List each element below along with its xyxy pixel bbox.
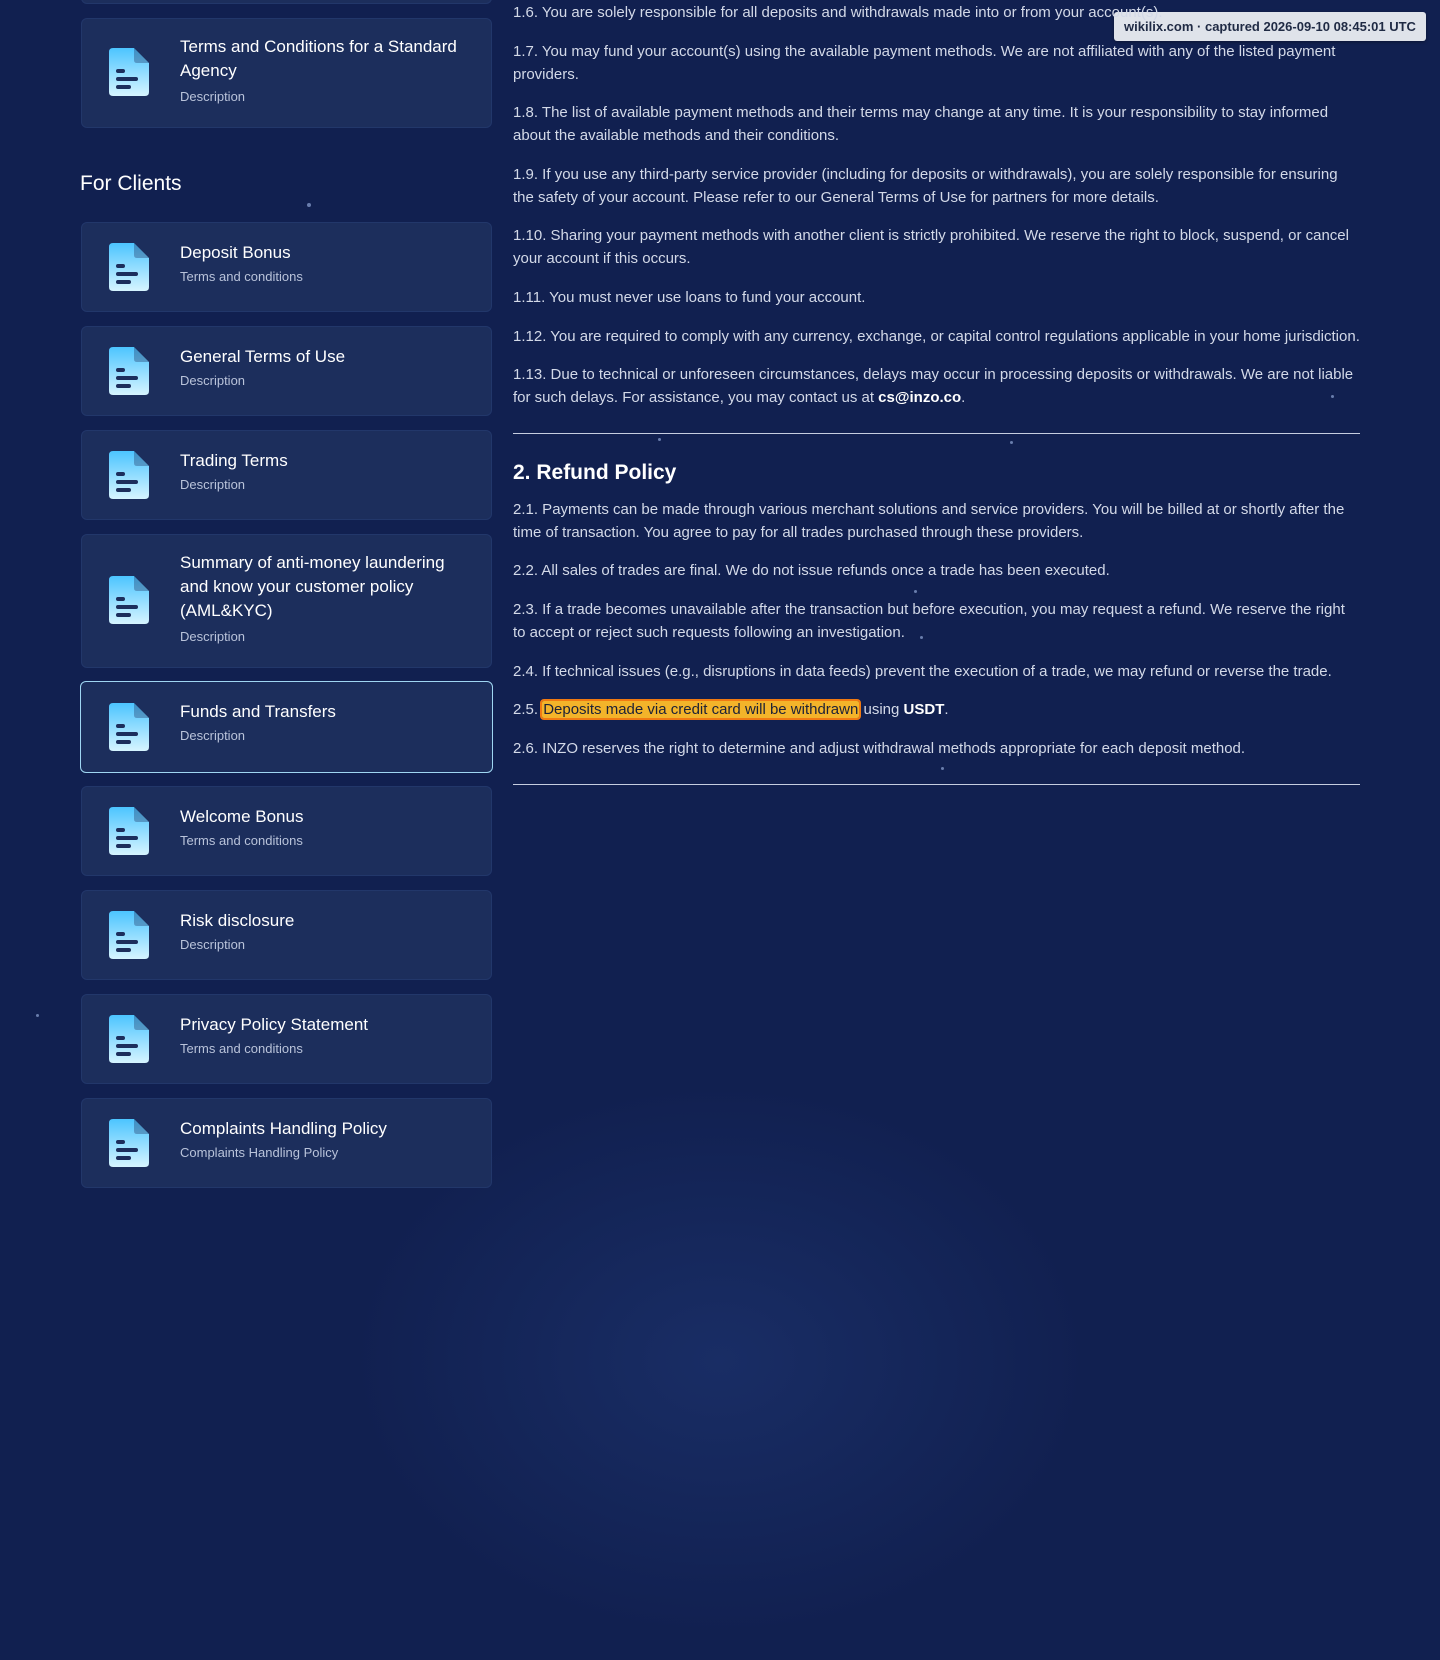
decor-dot — [307, 203, 311, 207]
document-icon — [109, 807, 149, 855]
sidebar-item-subtitle: Terms and conditions — [180, 1041, 303, 1056]
sidebar-item-privacy-policy[interactable]: Privacy Policy Statement Terms and condi… — [81, 994, 492, 1084]
document-icon — [109, 347, 149, 395]
sidebar-item-subtitle: Description — [180, 937, 246, 952]
sidebar-item-title: Terms and Conditions for a Standard Agen… — [180, 37, 457, 80]
sidebar-item-subtitle: Description — [180, 728, 246, 743]
document-icon — [109, 703, 149, 751]
document-icon — [109, 576, 149, 624]
clause-1-13-end: . — [961, 389, 966, 406]
sidebar-item-trading-terms[interactable]: Trading Terms Description — [81, 430, 492, 520]
decor-dot — [658, 438, 661, 441]
clause-2-5: 2.5. Deposits made via credit card will … — [513, 698, 1360, 721]
clause-2-2: 2.2. All sales of trades are final. We d… — [513, 562, 1110, 579]
sidebar-item-title: Deposit Bonus — [180, 243, 291, 262]
sidebar-item-title: General Terms of Use — [180, 347, 346, 366]
document-icon — [109, 243, 149, 291]
decor-dot — [914, 590, 917, 593]
clause-1-11: 1.11. You must never use loans to fund y… — [513, 289, 866, 306]
sidebar-item-title: Welcome Bonus — [180, 807, 304, 826]
clause-2-3: 2.3. If a trade becomes unavailable afte… — [513, 601, 1345, 641]
usdt-label: USDT — [903, 701, 945, 718]
clause-2-5-mid: using — [859, 701, 904, 718]
sidebar-item-title: Trading Terms — [180, 451, 288, 470]
partial-card — [81, 0, 492, 4]
sidebar-item-title: Privacy Policy Statement — [180, 1015, 369, 1034]
clause-1-13: 1.13. Due to technical or unforeseen cir… — [513, 363, 1360, 409]
sidebar-item-subtitle: Complaints Handling Policy — [180, 1145, 339, 1160]
sidebar-item-complaints-policy[interactable]: Complaints Handling Policy Complaints Ha… — [81, 1098, 492, 1188]
document-icon — [109, 1119, 149, 1167]
document-icon — [109, 451, 149, 499]
sidebar-item-subtitle: Terms and conditions — [180, 833, 303, 848]
sidebar-item-subtitle: Description — [180, 629, 246, 644]
clause-2-4: 2.4. If technical issues (e.g., disrupti… — [513, 663, 1332, 680]
clause-1-6: 1.6. You are solely responsible for all … — [513, 4, 1163, 21]
clause-1-12: 1.12. You are required to comply with an… — [513, 328, 1360, 345]
section-divider — [513, 433, 1360, 434]
sidebar-item-deposit-bonus[interactable]: Deposit Bonus Terms and conditions — [81, 222, 492, 312]
document-icon — [109, 1015, 149, 1063]
clause-2-5-end: . — [944, 701, 949, 718]
clause-1-7: 1.7. You may fund your account(s) using … — [513, 43, 1336, 83]
sidebar-item-subtitle: Description — [180, 477, 246, 492]
document-icon — [109, 48, 149, 96]
sidebar-item-general-terms[interactable]: General Terms of Use Description — [81, 326, 492, 416]
clause-1-9: 1.9. If you use any third-party service … — [513, 166, 1338, 206]
sidebar-item-title: Risk disclosure — [180, 911, 295, 930]
sidebar-item-title: Complaints Handling Policy — [180, 1119, 387, 1138]
clause-1-10: 1.10. Sharing your payment methods with … — [513, 227, 1349, 267]
sidebar-item-subtitle: Terms and conditions — [180, 269, 303, 284]
section-heading-for-clients: For Clients — [80, 172, 182, 195]
sidebar-item-subtitle: Description — [180, 89, 246, 104]
support-email-link[interactable]: cs@inzo.co — [878, 389, 961, 406]
document-icon — [109, 911, 149, 959]
sidebar-item-subtitle: Description — [180, 373, 246, 388]
clause-2-5-prefix: 2.5. — [513, 701, 543, 718]
sidebar-item-welcome-bonus[interactable]: Welcome Bonus Terms and conditions — [81, 786, 492, 876]
clause-1-8: 1.8. The list of available payment metho… — [513, 104, 1329, 144]
sidebar-item-title: Funds and Transfers — [180, 702, 336, 721]
sidebar-item-risk-disclosure[interactable]: Risk disclosure Description — [81, 890, 492, 980]
refund-policy-heading: 2. Refund Policy — [513, 461, 677, 484]
decor-dot — [941, 767, 944, 770]
clause-2-6: 2.6. INZO reserves the right to determin… — [513, 740, 1246, 757]
highlighted-text: Deposits made via credit card will be wi… — [540, 699, 862, 720]
sidebar-item-title: Summary of anti-money laundering and kno… — [180, 553, 445, 620]
decor-dot — [36, 1014, 39, 1017]
decor-dot — [1010, 441, 1013, 444]
sidebar-item-standard-agency-terms[interactable]: Terms and Conditions for a Standard Agen… — [81, 18, 492, 128]
sidebar-item-funds-and-transfers[interactable]: Funds and Transfers Description — [80, 681, 493, 773]
section-divider — [513, 784, 1360, 785]
sidebar-item-aml-kyc[interactable]: Summary of anti-money laundering and kno… — [81, 534, 492, 668]
clause-2-1: 2.1. Payments can be made through variou… — [513, 501, 1345, 541]
